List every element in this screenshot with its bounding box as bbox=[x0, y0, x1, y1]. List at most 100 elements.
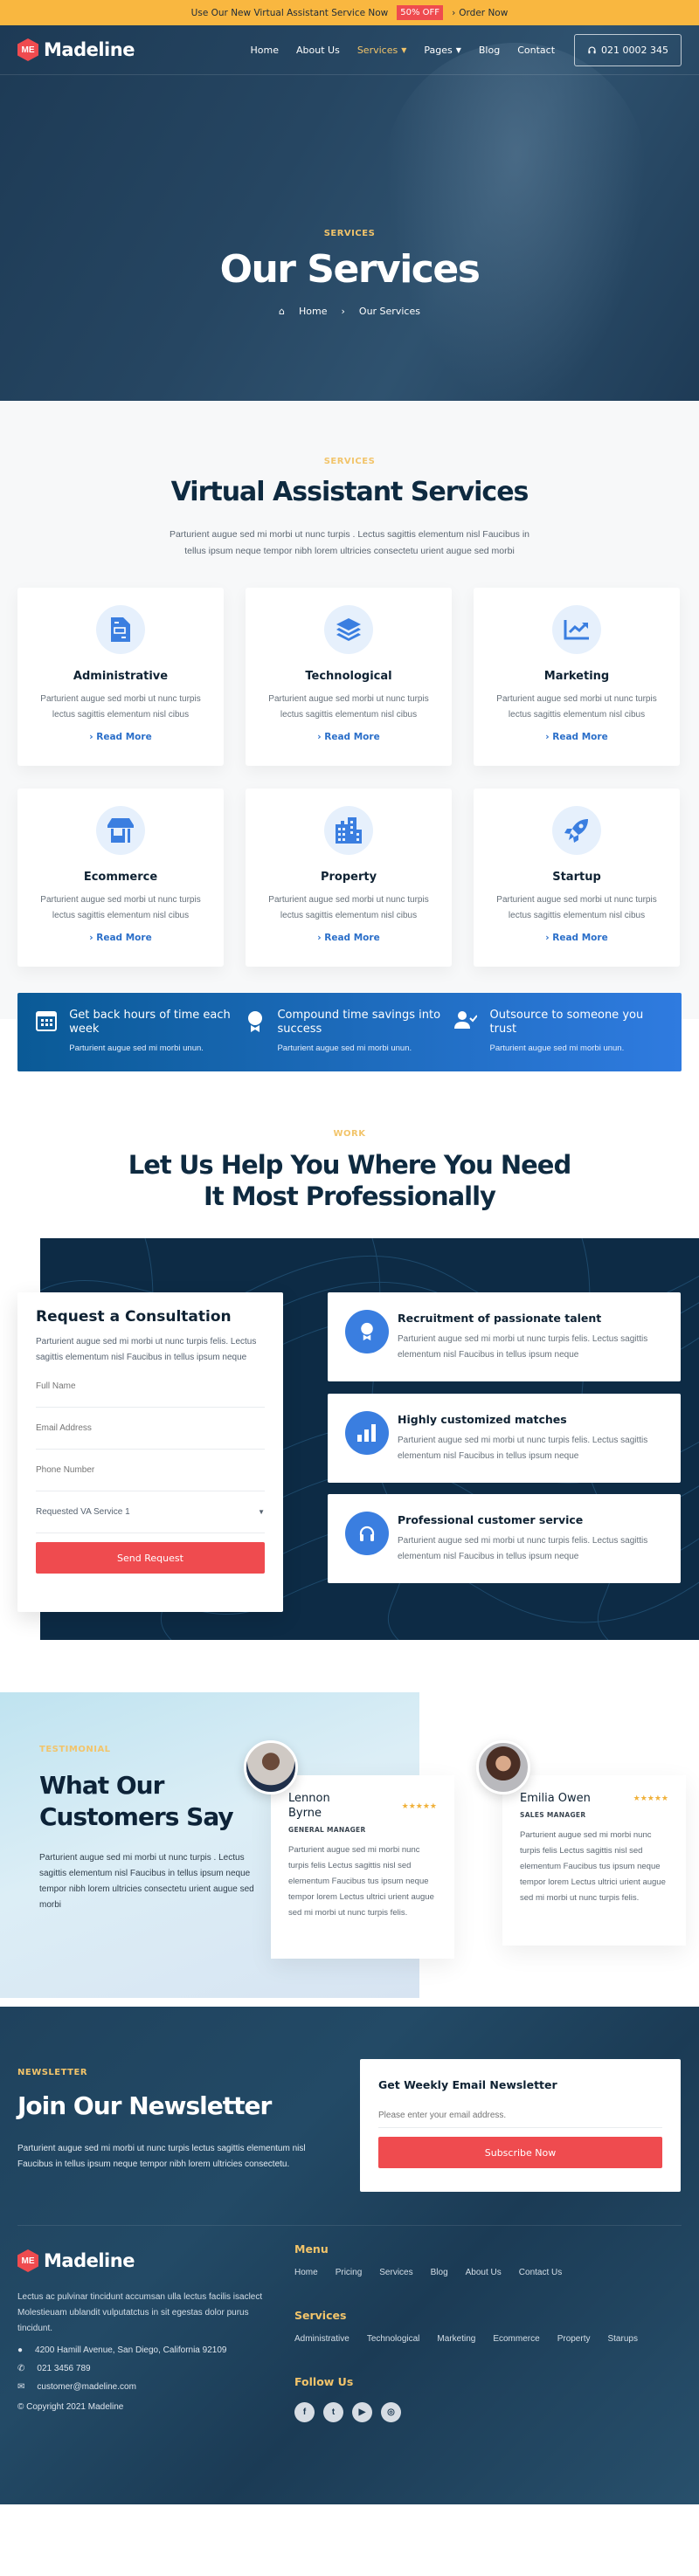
footer-link[interactable]: Home bbox=[294, 2268, 318, 2277]
read-more-link[interactable]: › Read More bbox=[545, 732, 607, 742]
order-now-link[interactable]: › Order Now bbox=[452, 8, 508, 18]
phone-input[interactable] bbox=[36, 1450, 265, 1491]
nav-item-about[interactable]: About Us bbox=[296, 45, 340, 56]
discount-badge: 50% OFF bbox=[397, 5, 444, 20]
service-card-property: Property Parturient augue sed morbi ut n… bbox=[246, 789, 452, 967]
feature-text: Parturient augue sed mi morbi ut nunc tu… bbox=[398, 1436, 648, 1461]
nav-item-services[interactable]: Services ▼ bbox=[357, 45, 407, 56]
footer-link[interactable]: Property bbox=[557, 2334, 591, 2344]
nav-item-contact[interactable]: Contact bbox=[517, 45, 555, 56]
brand-name: Madeline bbox=[44, 39, 135, 60]
calendar-icon bbox=[35, 1011, 57, 1031]
nav-menu: Home About Us Services ▼ Pages ▼ Blog Cont… bbox=[251, 45, 556, 56]
twitter-icon[interactable]: t bbox=[323, 2402, 343, 2422]
home-icon: ⌂ bbox=[279, 306, 286, 317]
youtube-icon[interactable]: ▶ bbox=[352, 2402, 372, 2422]
service-select[interactable]: Requested VA Service 1 ▼ bbox=[36, 1491, 265, 1533]
address-text: 4200 Hamill Avenue, San Diego, Californi… bbox=[35, 2345, 227, 2355]
testimonial-title: What Our Customers Say bbox=[39, 1770, 271, 1833]
hero-eyebrow: SERVICES bbox=[323, 229, 376, 238]
read-more-link[interactable]: › Read More bbox=[89, 732, 151, 742]
facebook-icon[interactable]: f bbox=[294, 2402, 315, 2422]
avatar-emilia bbox=[476, 1740, 530, 1794]
footer-link[interactable]: About Us bbox=[466, 2268, 502, 2277]
benefit-title: Outsource to someone you trust bbox=[489, 1009, 644, 1036]
nav-item-home[interactable]: Home bbox=[251, 45, 279, 56]
newsletter-email-input[interactable] bbox=[378, 2104, 662, 2128]
feature-text: Parturient augue sed mi morbi ut nunc tu… bbox=[398, 1536, 648, 1561]
feature-title: Professional customer service bbox=[398, 1513, 584, 1526]
read-more-link[interactable]: › Read More bbox=[317, 732, 379, 742]
footer: NEWSLETTER Join Our Newsletter Parturien… bbox=[0, 2007, 699, 2504]
bar-chart-icon bbox=[357, 1424, 376, 1442]
hero-content: SERVICES Our Services ⌂ Home › Our Servi… bbox=[0, 75, 699, 317]
send-request-button[interactable]: Send Request bbox=[36, 1542, 265, 1574]
review-text: Parturient augue sed mi morbi nunc turpi… bbox=[288, 1845, 434, 1918]
building-icon bbox=[336, 817, 362, 844]
work-eyebrow: WORK bbox=[333, 1129, 366, 1139]
logo[interactable]: ME Madeline bbox=[17, 38, 135, 61]
reviewer-name: Emilia Owen bbox=[520, 1792, 591, 1805]
footer-link[interactable]: Pricing bbox=[336, 2268, 363, 2277]
instagram-icon[interactable]: ◎ bbox=[381, 2402, 401, 2422]
footer-link[interactable]: Blog bbox=[431, 2268, 448, 2277]
footer-logo[interactable]: ME Madeline bbox=[17, 2249, 280, 2272]
footer-menu: Menu Home Pricing Services Blog About Us… bbox=[294, 2242, 638, 2277]
nav-item-pages[interactable]: Pages ▼ bbox=[424, 45, 461, 56]
feature-title: Recruitment of passionate talent bbox=[398, 1312, 602, 1325]
benefits-wrap: Get back hours of time each week Parturie… bbox=[0, 993, 699, 1129]
service-text: Parturient augue sed morbi ut nunc turpi… bbox=[268, 895, 429, 920]
footer-link[interactable]: Services bbox=[379, 2268, 412, 2277]
footer-link[interactable]: Technological bbox=[367, 2334, 420, 2344]
read-more-label: Read More bbox=[96, 732, 152, 742]
footer-link[interactable]: Contact Us bbox=[519, 2268, 562, 2277]
full-name-input[interactable] bbox=[36, 1366, 265, 1408]
store-icon bbox=[107, 818, 134, 843]
service-title: Property bbox=[320, 871, 377, 884]
nav-item-blog[interactable]: Blog bbox=[479, 45, 500, 56]
brand-name: Madeline bbox=[44, 2250, 135, 2271]
benefit-item: Outsource to someone you trust Parturient… bbox=[454, 1009, 664, 1071]
testimonial-desc: Parturient augue sed mi morbi ut nunc tu… bbox=[39, 1853, 254, 1910]
breadcrumb-current: Our Services bbox=[358, 306, 420, 317]
read-more-link[interactable]: › Read More bbox=[317, 933, 379, 943]
breadcrumb-home[interactable]: Home bbox=[299, 306, 327, 317]
service-text: Parturient augue sed morbi ut nunc turpi… bbox=[40, 694, 201, 720]
map-pin-icon: ● bbox=[17, 2345, 24, 2355]
avatar-lennon bbox=[244, 1740, 298, 1794]
read-more-link[interactable]: › Read More bbox=[89, 933, 151, 943]
footer-link[interactable]: Starups bbox=[607, 2334, 637, 2344]
award-icon bbox=[247, 1011, 262, 1032]
footer-link[interactable]: Marketing bbox=[437, 2334, 475, 2344]
feature-text: Parturient augue sed mi morbi ut nunc tu… bbox=[398, 1334, 648, 1360]
footer-link[interactable]: Administrative bbox=[294, 2334, 350, 2344]
star-rating: ★★★★★ bbox=[633, 1794, 668, 1802]
footer-link[interactable]: Ecommerce bbox=[493, 2334, 539, 2344]
service-card-marketing: Marketing Parturient augue sed morbi ut … bbox=[474, 588, 680, 766]
chevron-right-icon: › bbox=[341, 306, 345, 317]
testimonial-section: TESTIMONIAL What Our Customers Say Partur… bbox=[0, 1692, 699, 2007]
services-section: SERVICES Virtual Assistant Services Part… bbox=[0, 401, 699, 1019]
caret-down-icon: ▼ bbox=[455, 45, 461, 54]
footer-menu-title: Menu bbox=[294, 2242, 329, 2256]
email-text[interactable]: customer@madeline.com bbox=[37, 2382, 136, 2392]
envelope-icon: ✉ bbox=[17, 2382, 25, 2392]
consultation-form: Request a Consultation Parturient augue … bbox=[17, 1292, 283, 1612]
reviewer-name: Lennon Byrne bbox=[288, 1791, 330, 1821]
subscribe-button[interactable]: Subscribe Now bbox=[378, 2137, 662, 2168]
email-input[interactable] bbox=[36, 1408, 265, 1450]
headphones-icon bbox=[359, 1526, 375, 1541]
read-more-link[interactable]: › Read More bbox=[545, 933, 607, 943]
caret-down-icon: ▼ bbox=[401, 45, 407, 54]
benefit-item: Get back hours of time each week Parturie… bbox=[35, 1009, 245, 1071]
read-more-label: Read More bbox=[324, 933, 380, 943]
order-now-label: Order Now bbox=[459, 7, 509, 18]
read-more-label: Read More bbox=[96, 933, 152, 943]
reviewer-name-line: Lennon bbox=[288, 1792, 330, 1805]
phone-button[interactable]: 021 0002 345 bbox=[574, 33, 682, 66]
footer-about-text: Lectus ac pulvinar tincidunt accumsan ul… bbox=[17, 2292, 263, 2333]
testimonial-intro: TESTIMONIAL What Our Customers Say Partur… bbox=[39, 1745, 271, 1913]
footer-follow-title: Follow Us bbox=[294, 2375, 354, 2388]
award-icon bbox=[361, 1322, 373, 1341]
page-title: Our Services bbox=[219, 247, 481, 292]
